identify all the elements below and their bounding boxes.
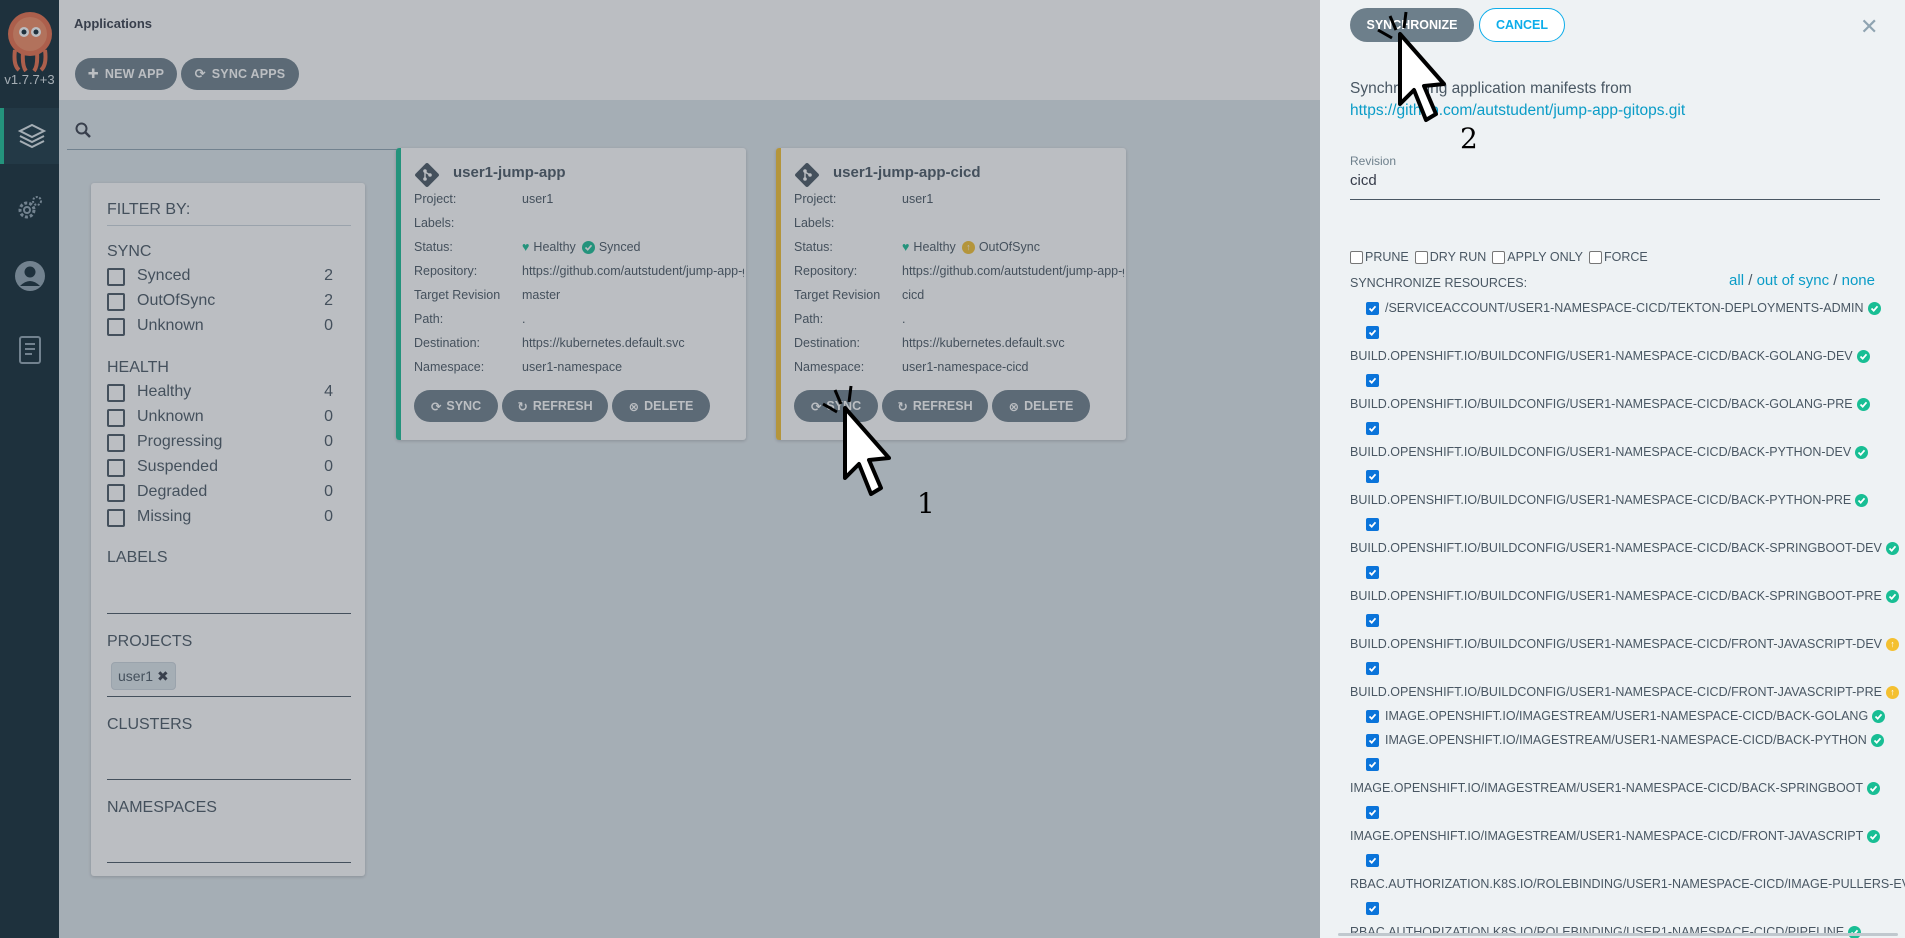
resource-name: BUILD.OPENSHIFT.IO/BUILDCONFIG/USER1-NAM… <box>1350 397 1853 411</box>
prune-option[interactable]: PRUNE <box>1350 250 1409 264</box>
cursor-step-number: 1 <box>917 487 935 520</box>
resource-name: RBAC.AUTHORIZATION.K8S.IO/ROLEBINDING/US… <box>1350 877 1905 891</box>
resource-item: BUILD.OPENSHIFT.IO/BUILDCONFIG/USER1-NAM… <box>1350 344 1896 368</box>
cancel-button[interactable]: CANCEL <box>1479 8 1565 42</box>
resource-checkbox[interactable] <box>1366 325 1379 339</box>
cursor-step-number: 2 <box>1460 122 1478 155</box>
check-circle-icon <box>1848 925 1862 938</box>
resource-checkbox[interactable] <box>1366 733 1379 747</box>
resource-name: BUILD.OPENSHIFT.IO/BUILDCONFIG/USER1-NAM… <box>1350 445 1852 459</box>
select-all-link[interactable]: all <box>1729 272 1744 289</box>
force-option[interactable]: FORCE <box>1589 250 1648 264</box>
resource-name: IMAGE.OPENSHIFT.IO/IMAGESTREAM/USER1-NAM… <box>1350 781 1864 795</box>
resource-name: IMAGE.OPENSHIFT.IO/IMAGESTREAM/USER1-NAM… <box>1385 709 1869 723</box>
resource-item: BUILD.OPENSHIFT.IO/BUILDCONFIG/USER1-NAM… <box>1350 632 1900 656</box>
resource-item: BUILD.OPENSHIFT.IO/BUILDCONFIG/USER1-NAM… <box>1350 680 1900 704</box>
check-circle-icon <box>1885 541 1899 555</box>
check-circle-icon <box>1856 349 1870 363</box>
resource-checkbox-row <box>1366 656 1896 680</box>
check-circle-icon <box>1872 709 1886 723</box>
resource-name: BUILD.OPENSHIFT.IO/BUILDCONFIG/USER1-NAM… <box>1350 541 1882 555</box>
resource-checkbox-row <box>1366 752 1896 776</box>
apply-only-option[interactable]: APPLY ONLY <box>1492 250 1583 264</box>
checkbox[interactable] <box>1589 250 1602 264</box>
check-circle-icon <box>1855 493 1869 507</box>
resource-checkbox[interactable] <box>1366 421 1379 435</box>
select-none-link[interactable]: none <box>1842 272 1875 289</box>
revision-label: Revision <box>1350 154 1397 168</box>
sync-resources-label: SYNCHRONIZE RESOURCES: <box>1350 276 1528 290</box>
check-circle-icon <box>1867 829 1881 843</box>
horizontal-scrollbar[interactable] <box>1338 933 1898 936</box>
resource-name: BUILD.OPENSHIFT.IO/BUILDCONFIG/USER1-NAM… <box>1350 637 1883 651</box>
resource-checkbox[interactable] <box>1366 373 1379 387</box>
check-circle-icon <box>1885 589 1899 603</box>
resource-item: IMAGE.OPENSHIFT.IO/IMAGESTREAM/USER1-NAM… <box>1366 728 1896 752</box>
resource-checkbox-row <box>1366 512 1896 536</box>
check-circle-icon <box>1870 733 1884 747</box>
resource-checkbox[interactable] <box>1366 661 1379 675</box>
resource-checkbox[interactable] <box>1366 613 1379 627</box>
cursor-pointer-icon <box>1377 11 1446 122</box>
checkbox[interactable] <box>1350 250 1363 264</box>
resource-checkbox-row <box>1366 320 1896 344</box>
resource-checkbox[interactable] <box>1366 301 1379 315</box>
checkbox[interactable] <box>1492 250 1506 264</box>
resource-name: BUILD.OPENSHIFT.IO/BUILDCONFIG/USER1-NAM… <box>1350 589 1882 603</box>
resource-select-links: all / out of sync / none <box>1729 272 1875 289</box>
resource-item: BUILD.OPENSHIFT.IO/BUILDCONFIG/USER1-NAM… <box>1350 392 1896 416</box>
resource-checkbox[interactable] <box>1366 565 1379 579</box>
sync-panel: SYNCHRONIZE CANCEL ✕ Synchronizing appli… <box>1320 0 1905 938</box>
resource-item: IMAGE.OPENSHIFT.IO/IMAGESTREAM/USER1-NAM… <box>1350 776 1896 800</box>
resource-checkbox[interactable] <box>1366 853 1379 867</box>
resource-name: RBAC.AUTHORIZATION.K8S.IO/ROLEBINDING/US… <box>1350 925 1845 938</box>
resource-item: BUILD.OPENSHIFT.IO/BUILDCONFIG/USER1-NAM… <box>1350 536 1899 560</box>
check-circle-icon <box>1855 445 1869 459</box>
resource-name: IMAGE.OPENSHIFT.IO/IMAGESTREAM/USER1-NAM… <box>1385 733 1867 747</box>
arrow-up-circle-icon: ↑ <box>1886 637 1900 651</box>
resource-checkbox[interactable] <box>1366 709 1379 723</box>
close-icon[interactable]: ✕ <box>1860 14 1878 40</box>
resource-item: IMAGE.OPENSHIFT.IO/IMAGESTREAM/USER1-NAM… <box>1350 824 1896 848</box>
resource-name: BUILD.OPENSHIFT.IO/BUILDCONFIG/USER1-NAM… <box>1350 685 1883 699</box>
check-circle-icon <box>1867 781 1881 795</box>
checkbox[interactable] <box>1414 250 1428 264</box>
resource-name: BUILD.OPENSHIFT.IO/BUILDCONFIG/USER1-NAM… <box>1350 493 1852 507</box>
resource-item: IMAGE.OPENSHIFT.IO/IMAGESTREAM/USER1-NAM… <box>1366 704 1896 728</box>
cursor-pointer-icon <box>822 385 891 496</box>
check-circle-icon <box>1867 301 1881 315</box>
resource-item: /SERVICEACCOUNT/USER1-NAMESPACE-CICD/TEK… <box>1366 296 1896 320</box>
modal-backdrop[interactable] <box>0 0 1320 938</box>
resource-item: BUILD.OPENSHIFT.IO/BUILDCONFIG/USER1-NAM… <box>1350 584 1899 608</box>
resource-list: /SERVICEACCOUNT/USER1-NAMESPACE-CICD/TEK… <box>1350 296 1905 938</box>
resource-checkbox-row <box>1366 560 1896 584</box>
resource-checkbox[interactable] <box>1366 805 1379 819</box>
resource-checkbox-row <box>1366 608 1896 632</box>
resource-checkbox-row <box>1366 416 1896 440</box>
select-out-of-sync-link[interactable]: out of sync <box>1757 272 1830 289</box>
check-circle-icon <box>1856 397 1870 411</box>
sync-options: PRUNE DRY RUN APPLY ONLY FORCE <box>1350 250 1654 264</box>
resource-item: BUILD.OPENSHIFT.IO/BUILDCONFIG/USER1-NAM… <box>1350 488 1896 512</box>
resource-item: BUILD.OPENSHIFT.IO/BUILDCONFIG/USER1-NAM… <box>1350 440 1896 464</box>
resource-checkbox[interactable] <box>1366 517 1379 531</box>
resource-checkbox-row <box>1366 800 1896 824</box>
resource-checkbox[interactable] <box>1366 757 1379 771</box>
resource-checkbox-row <box>1366 848 1896 872</box>
resource-name: /SERVICEACCOUNT/USER1-NAMESPACE-CICD/TEK… <box>1385 301 1864 315</box>
resource-checkbox-row <box>1366 464 1896 488</box>
arrow-up-circle-icon: ↑ <box>1886 685 1900 699</box>
resource-name: BUILD.OPENSHIFT.IO/BUILDCONFIG/USER1-NAM… <box>1350 349 1853 363</box>
resource-checkbox-row <box>1366 368 1896 392</box>
resource-name: IMAGE.OPENSHIFT.IO/IMAGESTREAM/USER1-NAM… <box>1350 829 1864 843</box>
resource-checkbox[interactable] <box>1366 469 1379 483</box>
revision-input[interactable]: cicd <box>1350 172 1880 200</box>
resource-checkbox-row <box>1366 896 1896 920</box>
resource-item: RBAC.AUTHORIZATION.K8S.IO/ROLEBINDING/US… <box>1350 872 1905 896</box>
dry-run-option[interactable]: DRY RUN <box>1414 250 1486 264</box>
resource-checkbox[interactable] <box>1366 901 1379 915</box>
